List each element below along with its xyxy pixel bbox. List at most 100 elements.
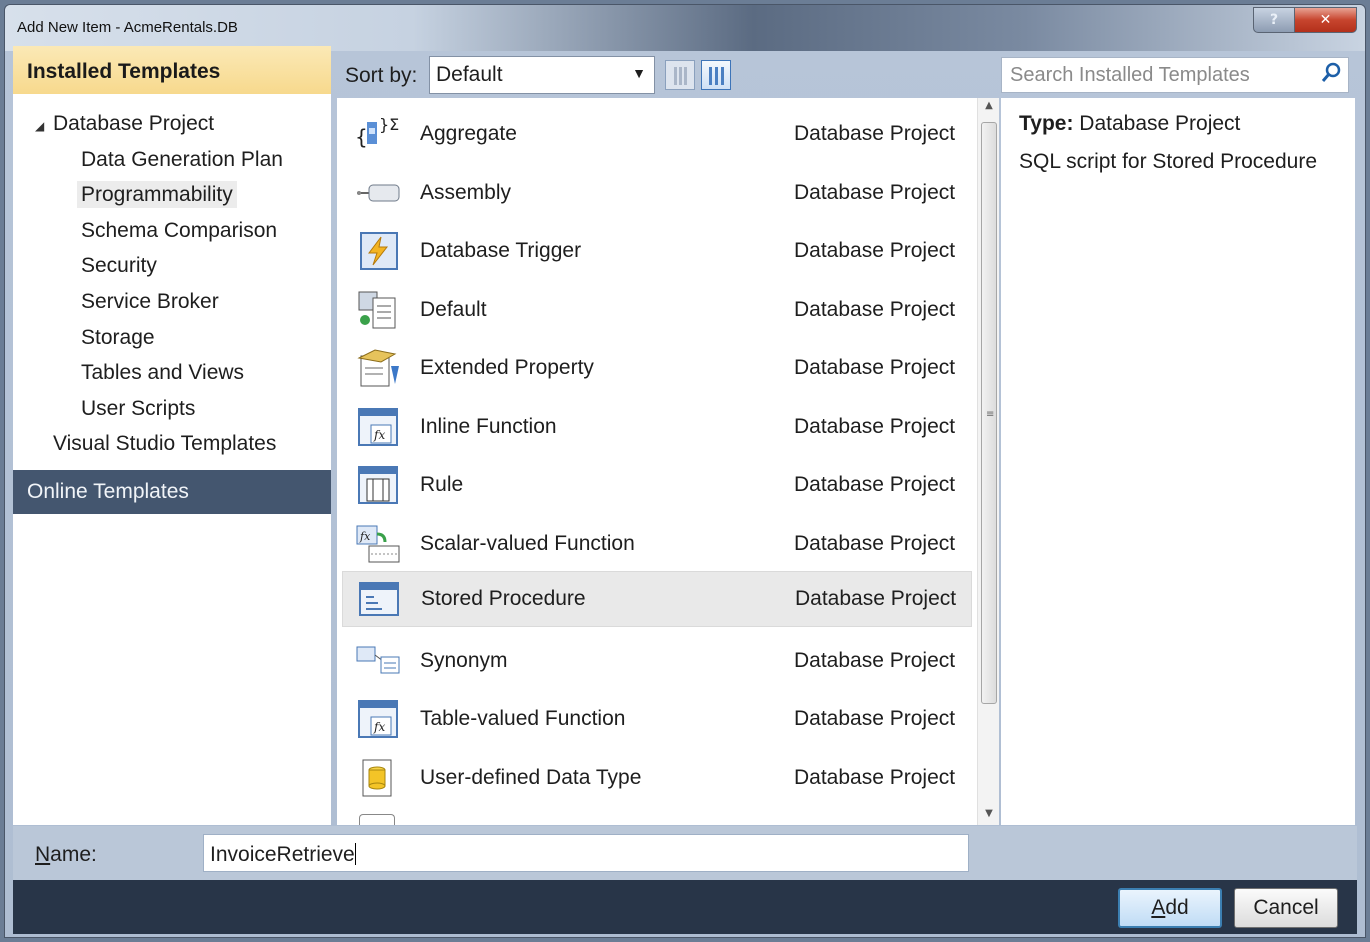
search-placeholder: Search Installed Templates	[1010, 64, 1250, 86]
template-category: Database Project	[794, 356, 956, 379]
template-row-aggregate[interactable]: { }Σ Aggregate Database Project	[342, 106, 972, 162]
function-icon: fx	[354, 405, 404, 449]
template-name: Extended Property	[420, 356, 594, 379]
search-icon[interactable]	[1320, 61, 1342, 85]
template-name: Table-valued Function	[420, 707, 626, 730]
search-installed-templates-input[interactable]: Search Installed Templates	[1001, 57, 1349, 93]
template-name: Default	[420, 297, 487, 321]
template-category: Database Project	[794, 648, 956, 672]
tree-item-programmability[interactable]: Programmability	[13, 177, 331, 213]
rule-icon	[354, 463, 404, 507]
template-list-scrollbar[interactable]: ▲ ≡ ▼	[977, 98, 999, 825]
window-title: Add New Item - AcmeRentals.DB	[17, 19, 238, 36]
template-description: SQL script for Stored Procedure	[1019, 150, 1318, 173]
template-list: { }Σ Aggregate Database Project Assembly …	[337, 98, 977, 825]
data-type-icon	[354, 756, 404, 800]
chevron-down-icon: ▼	[632, 65, 646, 81]
template-type-line: Type: Database Project	[1019, 112, 1355, 136]
sort-dropdown[interactable]: Default ▼	[429, 56, 655, 94]
cancel-button[interactable]: Cancel	[1234, 888, 1338, 928]
template-category: Database Project	[794, 414, 956, 438]
help-button[interactable]: ?	[1253, 7, 1295, 33]
template-row-stored-procedure[interactable]: Stored Procedure Database Project	[342, 571, 972, 627]
text-caret	[354, 843, 356, 865]
template-row-scalar-valued-function[interactable]: fx Scalar-valued Function Database Proje…	[342, 516, 972, 572]
tree-item-schema-comparison[interactable]: Schema Comparison	[13, 213, 331, 249]
template-category: Database Project	[794, 765, 956, 789]
sort-label: Sort by:	[345, 64, 418, 87]
medium-icons-view-button[interactable]	[701, 60, 731, 90]
name-row: Name: InvoiceRetrieve	[13, 826, 1357, 880]
template-category: Database Project	[794, 239, 956, 262]
svg-text:{: {	[355, 125, 368, 149]
template-category: Database Project	[794, 122, 956, 145]
tree-item-data-generation-plan[interactable]: Data Generation Plan	[13, 142, 331, 178]
template-row-rule[interactable]: Rule Database Project	[342, 457, 972, 513]
template-row-synonym[interactable]: Synonym Database Project	[342, 633, 972, 689]
name-label: Name:	[35, 843, 97, 866]
scrollbar-grip-icon: ≡	[986, 409, 995, 420]
template-name: Assembly	[420, 180, 512, 204]
assembly-icon	[354, 171, 404, 215]
svg-text:fx: fx	[373, 428, 385, 442]
tree-item-visual-studio-templates[interactable]: Visual Studio Templates	[13, 426, 331, 462]
name-input-value: InvoiceRetrieve	[210, 843, 355, 866]
trigger-icon	[354, 229, 404, 273]
tree-item-user-scripts[interactable]: User Scripts	[13, 391, 331, 427]
type-value: Database Project	[1079, 112, 1241, 135]
sort-value: Default	[436, 63, 503, 86]
partial-row-icon	[359, 814, 395, 825]
template-name: Stored Procedure	[421, 587, 586, 610]
installed-templates-pane: Installed Templates ◢ Database Project Da…	[13, 46, 331, 825]
template-category: Database Project	[795, 587, 957, 610]
svg-text:fx: fx	[359, 530, 371, 543]
default-icon	[354, 288, 404, 332]
template-category: Database Project	[794, 531, 956, 555]
template-category: Database Project	[794, 473, 956, 496]
template-details-pane: Type: Database Project SQL script for St…	[1001, 98, 1355, 825]
dialog-button-bar: Add Cancel	[13, 880, 1357, 934]
scalar-function-icon: fx	[354, 522, 404, 566]
template-row-assembly[interactable]: Assembly Database Project	[342, 165, 972, 221]
svg-text:fx: fx	[373, 720, 385, 734]
title-bar: Add New Item - AcmeRentals.DB ? ✕	[5, 5, 1365, 51]
scroll-up-arrow-icon[interactable]: ▲	[978, 100, 1000, 111]
template-name: Rule	[420, 473, 464, 496]
tree-item-tables-and-views[interactable]: Tables and Views	[13, 355, 331, 391]
installed-templates-header[interactable]: Installed Templates	[13, 46, 331, 94]
template-category: Database Project	[794, 180, 956, 204]
tree-item-database-project[interactable]: ◢ Database Project	[13, 106, 331, 142]
svg-text:}Σ: }Σ	[379, 115, 399, 134]
sort-toolbar: Sort by: Default ▼	[335, 52, 995, 98]
template-name: Synonym	[420, 648, 508, 672]
template-tree: ◢ Database Project Data Generation Plan P…	[13, 94, 331, 462]
template-name: Aggregate	[420, 122, 517, 145]
tree-item-storage[interactable]: Storage	[13, 320, 331, 356]
template-category: Database Project	[794, 297, 956, 321]
template-row-default[interactable]: Default Database Project	[342, 282, 972, 338]
type-label: Type:	[1019, 112, 1074, 135]
add-button[interactable]: Add	[1118, 888, 1222, 928]
expand-arrow-icon[interactable]: ◢	[35, 109, 53, 145]
tree-item-service-broker[interactable]: Service Broker	[13, 284, 331, 320]
template-name: Scalar-valued Function	[420, 531, 635, 555]
template-row-inline-function[interactable]: fx Inline Function Database Project	[342, 399, 972, 455]
online-templates-header[interactable]: Online Templates	[13, 470, 331, 514]
small-icons-view-button[interactable]	[665, 60, 695, 90]
tree-item-security[interactable]: Security	[13, 248, 331, 284]
template-name: User-defined Data Type	[420, 765, 642, 789]
close-button[interactable]: ✕	[1295, 7, 1357, 33]
scrollbar-thumb[interactable]: ≡	[981, 122, 997, 704]
template-row-table-valued-function[interactable]: fx Table-valued Function Database Projec…	[342, 691, 972, 747]
template-row-user-defined-data-type[interactable]: User-defined Data Type Database Project	[342, 750, 972, 806]
scroll-down-arrow-icon[interactable]: ▼	[978, 808, 1000, 819]
template-name: Inline Function	[420, 414, 557, 438]
template-row-extended-property[interactable]: Extended Property Database Project	[342, 340, 972, 396]
name-input[interactable]: InvoiceRetrieve	[203, 834, 969, 872]
extended-property-icon	[354, 346, 404, 390]
template-category: Database Project	[794, 707, 956, 730]
synonym-icon	[354, 639, 404, 683]
aggregate-icon: { }Σ	[354, 112, 404, 156]
template-name: Database Trigger	[420, 239, 582, 262]
template-row-database-trigger[interactable]: Database Trigger Database Project	[342, 223, 972, 279]
